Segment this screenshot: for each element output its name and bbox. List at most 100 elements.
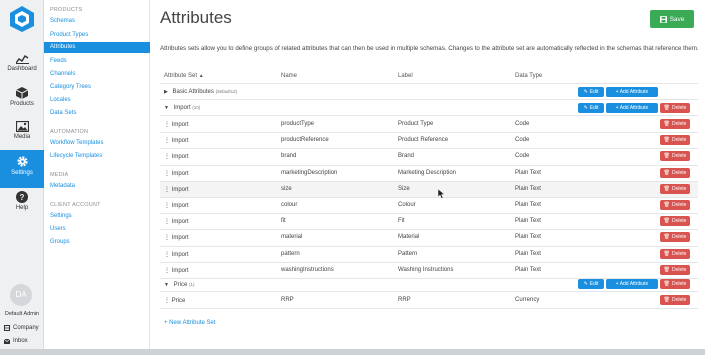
cell-attribute-set-text: Import — [171, 251, 189, 258]
app-logo[interactable] — [0, 0, 44, 38]
delete-button[interactable]: 🗑 Delete — [660, 248, 690, 259]
edit-button[interactable]: ✎ Edit — [578, 279, 604, 289]
subnav-item-workflow-templates[interactable]: Workflow Templates — [50, 140, 103, 146]
building-icon — [4, 325, 10, 331]
header-attribute-set[interactable]: Attribute Set ▲ — [164, 73, 204, 79]
row-divider — [160, 291, 698, 292]
delete-button[interactable]: 🗑 Delete — [660, 167, 690, 178]
envelope-icon — [4, 338, 10, 344]
drag-handle-icon[interactable]: ⋮ — [164, 187, 172, 193]
rail-dashboard[interactable]: Dashboard — [0, 48, 44, 86]
delete-button[interactable]: 🗑 Delete — [660, 279, 690, 289]
subnav-item-product-types[interactable]: Product Types — [50, 32, 88, 38]
subnav-item-settings[interactable]: Settings — [50, 213, 72, 219]
chevron-down-icon: ▼ — [164, 105, 169, 111]
cell-name: material — [281, 234, 303, 241]
drag-handle-icon[interactable]: ⋮ — [164, 154, 172, 160]
drag-handle-icon[interactable]: ⋮ — [164, 138, 172, 144]
edit-label: Edit — [589, 89, 599, 95]
subnav-item-data-sets[interactable]: Data Sets — [50, 110, 76, 116]
subnav-item-users[interactable]: Users — [50, 226, 66, 232]
rail-media[interactable]: Media — [0, 116, 44, 154]
delete-button[interactable]: 🗑 Delete — [660, 103, 690, 113]
save-button[interactable]: Save — [650, 10, 694, 28]
rail-help[interactable]: ? Help — [0, 186, 44, 224]
cell-attribute-set: ⋮ Import — [164, 186, 189, 193]
subnav-item-lifecycle-templates[interactable]: Lifecycle Templates — [50, 153, 102, 159]
delete-button[interactable]: 🗑 Delete — [660, 200, 690, 210]
pencil-icon: ✎ — [583, 281, 588, 287]
cell-data-type: Plain Text — [515, 169, 541, 176]
delete-label: Delete — [671, 281, 687, 287]
group-row-import[interactable]: ▼ Import (10) — [164, 105, 200, 111]
trash-icon: 🗑 — [663, 137, 670, 144]
add-attribute-button[interactable]: + Add Attribute — [606, 103, 658, 113]
rail-media-label: Media — [13, 134, 31, 140]
delete-button[interactable]: 🗑 Delete — [660, 264, 690, 275]
delete-button[interactable]: 🗑 Delete — [660, 295, 690, 305]
delete-button[interactable]: 🗑 Delete — [660, 232, 690, 243]
cell-data-type: Plain Text — [515, 250, 541, 257]
cell-label: Size — [398, 185, 410, 192]
subnav-item-category-trees[interactable]: Category Trees — [50, 84, 91, 90]
subnav-item-attributes[interactable]: Attributes — [44, 42, 150, 53]
cell-attribute-set-text: Import — [171, 219, 189, 226]
delete-button[interactable]: 🗑 Delete — [660, 151, 690, 162]
delete-label: Delete — [671, 202, 687, 208]
group-row-price[interactable]: ▼ Price (1) — [164, 282, 194, 288]
delete-button[interactable]: 🗑 Delete — [660, 183, 690, 194]
cell-label: Marketing Description — [398, 169, 457, 176]
delete-button[interactable]: 🗑 Delete — [660, 216, 690, 227]
delete-button[interactable]: 🗑 Delete — [660, 135, 690, 146]
subnav-item-channels[interactable]: Channels — [50, 71, 75, 77]
add-attribute-button[interactable]: + Add Attribute — [606, 279, 658, 289]
settings-subnav: PRODUCTS Schemas Product Types Attribute… — [44, 0, 150, 349]
subnav-item-metadata[interactable]: Metadata — [50, 183, 75, 189]
delete-button[interactable]: 🗑 Delete — [660, 119, 690, 129]
delete-label: Delete — [671, 169, 687, 176]
trash-icon: 🗑 — [663, 185, 670, 192]
chevron-right-icon: ▶ — [164, 89, 168, 95]
products-icon — [16, 87, 28, 99]
group-row-basic[interactable]: ▶ Basic Attributes (default12) — [164, 89, 237, 95]
cell-name: brand — [281, 153, 297, 160]
new-attribute-set-link[interactable]: + New Attribute Set — [164, 320, 216, 326]
cell-name: productType — [281, 121, 315, 127]
drag-handle-icon[interactable]: ⋮ — [164, 219, 172, 225]
inbox-label: Inbox — [13, 338, 28, 344]
cell-attribute-set: ⋮ Import — [164, 267, 189, 274]
admin-name[interactable]: Default Admin — [0, 311, 44, 317]
drag-handle-icon[interactable]: ⋮ — [164, 122, 172, 128]
add-attribute-label: + Add Attribute — [615, 89, 649, 95]
subnav-item-feeds[interactable]: Feeds — [50, 58, 67, 64]
drag-handle-icon[interactable]: ⋮ — [164, 268, 172, 274]
company-link[interactable]: Company — [4, 325, 39, 331]
drag-handle-icon[interactable]: ⋮ — [164, 171, 172, 177]
add-attribute-button[interactable]: + Add Attribute — [606, 87, 658, 97]
cell-data-type: Plain Text — [515, 218, 541, 225]
cell-attribute-set: ⋮ Import — [164, 202, 189, 209]
drag-handle-icon[interactable]: ⋮ — [164, 203, 172, 209]
drag-handle-icon[interactable]: ⋮ — [164, 235, 172, 241]
app-window: Dashboard Products Media Settings ? Help… — [0, 0, 705, 355]
inbox-link[interactable]: Inbox — [4, 338, 28, 344]
drag-handle-icon[interactable]: ⋮ — [164, 298, 172, 304]
rail-settings[interactable]: Settings — [0, 150, 44, 188]
company-label: Company — [13, 325, 39, 331]
rail-help-label: Help — [15, 205, 29, 211]
edit-button[interactable]: ✎ Edit — [578, 87, 604, 97]
subnav-item-locales[interactable]: Locales — [50, 97, 71, 103]
drag-handle-icon[interactable]: ⋮ — [164, 252, 172, 258]
rail-products[interactable]: Products — [0, 82, 44, 120]
row-divider — [160, 99, 698, 100]
edit-button[interactable]: ✎ Edit — [578, 103, 604, 113]
svg-text:?: ? — [20, 193, 25, 202]
header-label: Label — [398, 73, 413, 79]
add-attribute-label: + Add Attribute — [615, 105, 649, 111]
cell-attribute-set-text: Price — [171, 298, 186, 304]
cell-data-type: Code — [515, 121, 530, 127]
cell-attribute-set-text: Import — [171, 122, 189, 128]
subnav-item-schemas[interactable]: Schemas — [50, 18, 75, 24]
subnav-item-groups[interactable]: Groups — [50, 239, 70, 245]
avatar[interactable]: DA — [10, 284, 32, 306]
